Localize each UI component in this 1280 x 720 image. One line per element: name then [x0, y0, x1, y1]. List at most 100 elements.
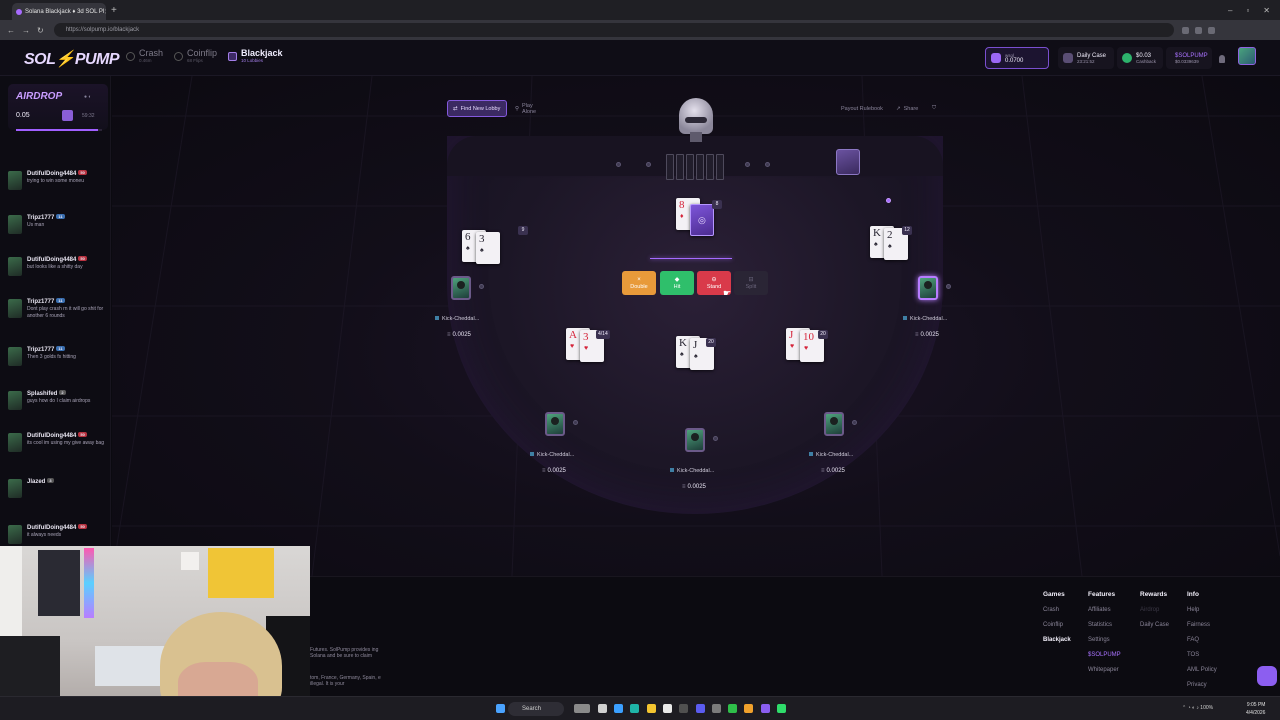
file-explorer-icon[interactable]	[647, 704, 656, 713]
player-avatar[interactable]	[685, 428, 705, 452]
minimize-icon[interactable]: –	[1228, 6, 1232, 15]
app-icon[interactable]	[728, 704, 737, 713]
windows-start-icon[interactable]	[496, 704, 505, 713]
user-avatar[interactable]	[1238, 47, 1256, 65]
footer-link-fairness[interactable]: Fairness	[1187, 622, 1217, 628]
extension-icons	[0, 26, 1215, 121]
share-button[interactable]: ↗ Share	[891, 100, 923, 117]
level-badge: 11	[56, 214, 65, 219]
footer-link-affiliates[interactable]: Affiliates	[1088, 607, 1121, 613]
player-card: 3 ♠	[476, 232, 500, 264]
avatar[interactable]	[8, 299, 22, 318]
notification-bell-icon[interactable]	[1219, 55, 1225, 63]
chat-username[interactable]: DutifulDoing4484 50	[27, 170, 87, 177]
avatar[interactable]	[8, 525, 22, 544]
url-input[interactable]: https://solpump.io/blackjack	[53, 23, 1174, 37]
case-icon	[1063, 53, 1073, 63]
split-button[interactable]: ⊟ Split	[734, 271, 768, 295]
star-icon[interactable]	[1181, 26, 1189, 34]
chat-username[interactable]: Tripz1777 11	[27, 346, 65, 353]
double-button[interactable]: × Double	[622, 271, 656, 295]
clock[interactable]: 9:05 PM 4/4/2026	[1246, 701, 1265, 717]
footer-link-faq[interactable]: FAQ	[1187, 637, 1217, 643]
extension-icon[interactable]	[1207, 26, 1215, 34]
system-tray[interactable]: ⌃ ◔ ◐ ♪ 100%	[1182, 705, 1213, 711]
chat-username[interactable]: Tripz1777 11	[27, 298, 65, 305]
browser-tab[interactable]: Solana Blackjack ♦ 3d SOL Pl ✕	[12, 3, 106, 20]
wallet-balance[interactable]: wsol 0.0700	[985, 47, 1049, 69]
footer-link-tos[interactable]: TOS	[1187, 652, 1217, 658]
payout-rulebook-button[interactable]: Payout Rulebook	[836, 100, 888, 117]
app-icon[interactable]	[777, 704, 786, 713]
app-icon[interactable]	[712, 704, 721, 713]
new-tab-icon[interactable]: +	[111, 5, 117, 16]
reload-icon[interactable]: ↻	[37, 26, 44, 35]
avatar[interactable]	[8, 215, 22, 234]
forward-icon[interactable]: →	[22, 26, 30, 35]
level-badge: 11	[56, 346, 65, 351]
footer-link-whitepaper[interactable]: Whitepaper	[1088, 667, 1121, 673]
footer-link-airdrop[interactable]: Airdrop	[1140, 607, 1169, 613]
hit-button[interactable]: ◆ Hit	[660, 271, 694, 295]
player-avatar[interactable]	[451, 276, 471, 300]
chat-username[interactable]: Jlazed 3	[27, 478, 54, 485]
chat-text: Then 3 golds fs hitting	[27, 354, 76, 360]
mouse-cursor-icon: ☛	[723, 288, 732, 298]
nav-coinflip[interactable]: Coinflip 68 Flips	[174, 48, 217, 63]
chat-username[interactable]: Tripz1777 11	[27, 214, 65, 221]
avatar[interactable]	[8, 479, 22, 498]
taskbar-search[interactable]: Search	[508, 702, 564, 716]
support-chat-icon[interactable]	[1257, 666, 1277, 686]
app-icon[interactable]	[761, 704, 770, 713]
app-icon[interactable]	[630, 704, 639, 713]
chat-username[interactable]: DutifulDoing4484 50	[27, 524, 87, 531]
nav-blackjack[interactable]: Blackjack 10 Lobbies	[228, 48, 283, 63]
avatar[interactable]	[8, 391, 22, 410]
close-window-icon[interactable]: ✕	[1263, 6, 1270, 15]
airdrop-info-icon[interactable]: ● ◐	[84, 94, 91, 100]
footer-link-statistics[interactable]: Statistics	[1088, 622, 1121, 628]
chat-message: Jlazed 3	[8, 478, 108, 508]
widget-icon[interactable]	[574, 704, 590, 713]
footer-link-daily-case[interactable]: Daily Case	[1140, 622, 1169, 628]
chat-username[interactable]: Splashifed 2	[27, 390, 66, 397]
solpump-token-button[interactable]: $SOLPUMP $0.0339639	[1166, 47, 1212, 69]
back-icon[interactable]: ←	[7, 26, 15, 35]
nav-crash[interactable]: Crash 0.46m	[126, 48, 163, 63]
edge-icon[interactable]	[614, 704, 623, 713]
footer-link-solpump[interactable]: $SOLPUMP	[1088, 652, 1121, 658]
task-view-icon[interactable]	[598, 704, 607, 713]
poster	[38, 550, 80, 616]
split-icon: ⊟	[748, 277, 754, 283]
shield-icon[interactable]: ⛉	[927, 100, 941, 117]
footer-link-aml[interactable]: AML Policy	[1187, 667, 1217, 673]
footer-link-crash[interactable]: Crash	[1043, 607, 1071, 613]
footer-link-coinflip[interactable]: Coinflip	[1043, 622, 1071, 628]
footer-link-settings[interactable]: Settings	[1088, 637, 1121, 643]
play-alone-button[interactable]: ⚲ Play Alone	[510, 100, 552, 117]
close-tab-icon[interactable]: ✕	[104, 8, 106, 16]
player-avatar[interactable]	[918, 276, 938, 300]
chrome-icon[interactable]	[744, 704, 753, 713]
find-new-lobby-button[interactable]: ⇄ Find New Lobby	[447, 100, 507, 117]
cashback-button[interactable]: $0.03 Cashback	[1117, 47, 1163, 69]
avatar[interactable]	[8, 347, 22, 366]
extension-icon[interactable]	[1194, 26, 1202, 34]
daily-case-button[interactable]: Daily Case 23:21:52	[1058, 47, 1114, 69]
player-avatar[interactable]	[545, 412, 565, 436]
app-icon[interactable]	[679, 704, 688, 713]
chat-username[interactable]: DutifulDoing4484 50	[27, 256, 87, 263]
maximize-icon[interactable]: ▫	[1246, 6, 1249, 15]
footer-link-help[interactable]: Help	[1187, 607, 1217, 613]
avatar[interactable]	[8, 257, 22, 276]
app-icon[interactable]	[663, 704, 672, 713]
chat-username[interactable]: DutifulDoing4484 50	[27, 432, 87, 439]
sol-icon: ≡	[821, 468, 825, 474]
solpump-logo[interactable]: SOL⚡PUMP	[24, 49, 120, 69]
footer-link-privacy[interactable]: Privacy	[1187, 682, 1217, 688]
avatar[interactable]	[8, 433, 22, 452]
footer-link-blackjack[interactable]: Blackjack	[1043, 637, 1071, 643]
avatar[interactable]	[8, 171, 22, 190]
app-icon[interactable]	[696, 704, 705, 713]
player-avatar[interactable]	[824, 412, 844, 436]
